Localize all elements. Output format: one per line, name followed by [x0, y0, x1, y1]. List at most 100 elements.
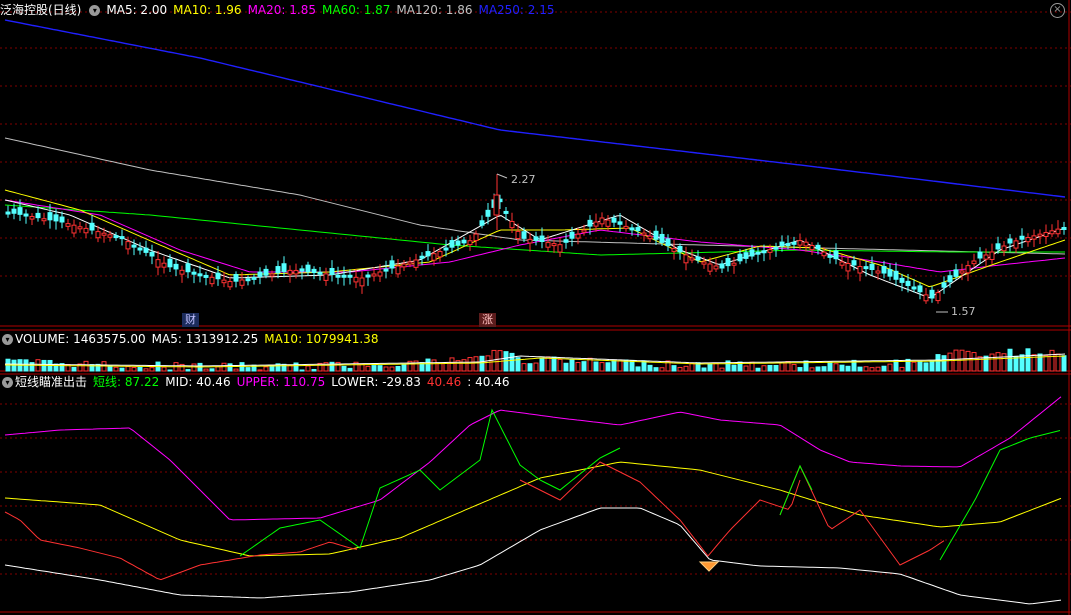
candle-body	[941, 282, 947, 288]
volume-bar	[1001, 353, 1007, 372]
candle-body	[425, 251, 431, 257]
candle-body	[671, 248, 677, 252]
candle-body	[989, 251, 995, 260]
volume-bar	[203, 368, 209, 372]
volume-bar	[839, 364, 845, 372]
volume-bar	[533, 362, 539, 372]
volume-bar	[425, 358, 431, 372]
candle-body	[461, 239, 467, 244]
candle-body	[971, 260, 977, 265]
candle-body	[785, 243, 791, 247]
candle-body	[137, 247, 143, 251]
volume-bar	[569, 359, 575, 372]
candle-body	[1019, 235, 1025, 240]
volume-bar	[377, 365, 383, 372]
candle-body	[493, 194, 500, 216]
candle-body	[965, 265, 971, 274]
candle-body	[1055, 228, 1061, 235]
candle-body	[467, 240, 473, 246]
candle-body	[833, 250, 839, 260]
candle-body	[521, 231, 527, 239]
red-line-value: 40.46	[426, 375, 462, 389]
candle-body	[107, 234, 113, 238]
volume-bar	[479, 355, 485, 372]
volume-bar	[383, 366, 389, 372]
limit-up-marker[interactable]: 涨	[479, 313, 496, 327]
volume-bar	[917, 360, 923, 372]
candle-body	[695, 256, 701, 261]
candle-body	[257, 271, 263, 277]
volume-bar	[491, 349, 497, 372]
indicator-dropdown-icon[interactable]: ▾	[2, 377, 13, 388]
ma-legend-item: MA60: 1.87	[322, 3, 391, 17]
volume-dropdown-icon[interactable]: ▾	[2, 334, 13, 345]
volume-bar	[707, 363, 713, 372]
candle-body	[641, 232, 647, 236]
candle-body	[227, 281, 233, 288]
stock-chart[interactable]	[0, 0, 1071, 615]
volume-bar	[167, 369, 173, 372]
candle-body	[929, 289, 935, 299]
candle-body	[773, 246, 779, 250]
candle-body	[197, 273, 203, 277]
candle-body	[5, 211, 11, 215]
candle-body	[251, 276, 257, 280]
candle-body	[143, 247, 149, 253]
volume-bar	[743, 365, 749, 372]
candle-body	[887, 269, 893, 277]
candle-body	[401, 263, 407, 268]
candle-body	[353, 276, 359, 283]
ma-legend-item: MA20: 1.85	[247, 3, 316, 17]
close-icon[interactable]: ×	[1050, 3, 1065, 18]
candle-body	[287, 269, 293, 275]
candle-body	[341, 274, 347, 278]
volume-bar	[299, 369, 305, 372]
volume-bar	[887, 363, 893, 372]
volume-bar	[1061, 355, 1067, 372]
volume-bar	[545, 356, 551, 372]
signal-marker	[698, 561, 720, 572]
candle-body	[335, 274, 341, 278]
candle-body	[329, 267, 335, 276]
candle-body	[839, 261, 845, 266]
candle-body	[587, 219, 593, 227]
main-chart-header: 泛海控股(日线) ▾ MA5: 2.00 MA10: 1.96 MA20: 1.85 MA…	[0, 1, 561, 19]
volume-bar	[611, 360, 617, 372]
candle-body	[845, 263, 851, 272]
volume-bar	[245, 367, 251, 372]
candle-body	[767, 249, 773, 253]
finance-marker[interactable]: 财	[182, 313, 199, 327]
candle-body	[173, 263, 179, 270]
volume-bar	[437, 362, 443, 372]
volume-ma10: MA10: 1079941.38	[264, 332, 379, 346]
upper-band-line	[4, 396, 1062, 521]
candle-body	[923, 294, 929, 302]
volume-bar	[809, 367, 815, 372]
candle-body	[719, 263, 725, 269]
ma-legend-item: MA10: 1.96	[173, 3, 242, 17]
candle-body	[1043, 231, 1049, 237]
candle-body	[797, 240, 803, 246]
candle-body	[89, 222, 95, 231]
candle-body	[1037, 233, 1043, 237]
candle-body	[77, 226, 83, 230]
short-line-red	[4, 511, 358, 581]
volume-bar	[635, 366, 641, 372]
candle-body	[869, 263, 875, 270]
volume-bar	[989, 353, 995, 372]
candle-body	[71, 224, 77, 234]
candle-body	[779, 241, 785, 247]
volume-bar	[557, 358, 563, 372]
candle-body	[263, 268, 269, 276]
volume-bar	[857, 366, 863, 372]
volume-bar	[119, 367, 125, 372]
candle-body	[239, 279, 245, 286]
candle-body	[47, 212, 53, 221]
dropdown-circle-icon[interactable]: ▾	[89, 5, 101, 16]
volume-bar	[863, 366, 869, 372]
candle-body	[911, 286, 917, 290]
volume-bar	[1049, 349, 1055, 372]
candle-body	[629, 227, 635, 231]
candle-body	[281, 263, 287, 273]
volume-bar	[485, 355, 491, 372]
